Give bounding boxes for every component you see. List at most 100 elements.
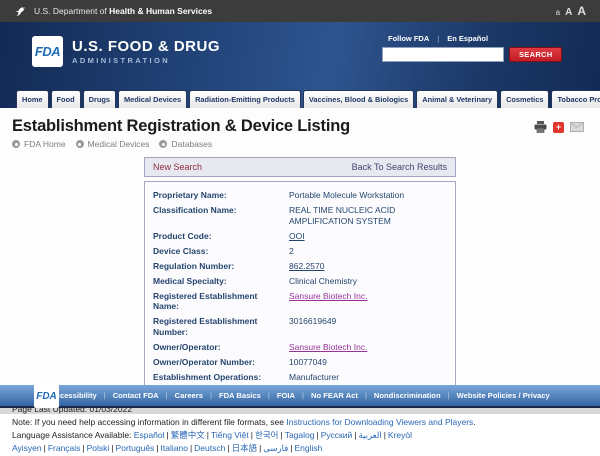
row-value: Sansure Biotech Inc. [289, 291, 447, 312]
language-link-2[interactable]: Tiếng Việt [211, 430, 249, 440]
language-separator: | [207, 430, 209, 440]
table-row-proprietary-name: Proprietary Name:Portable Molecule Works… [153, 188, 447, 203]
language-link-3[interactable]: 한국어 [255, 430, 278, 440]
nav-tab-cosmetics[interactable]: Cosmetics [500, 90, 549, 108]
footer-fda-logo[interactable]: FDA [34, 384, 59, 408]
row-label: Owner/Operator: [153, 342, 289, 353]
row-value: Sansure Biotech Inc. [289, 342, 447, 353]
breadcrumb-label: Databases [171, 139, 212, 149]
en-espanol-link[interactable]: En Español [447, 34, 488, 43]
nav-tab-animal-veterinary[interactable]: Animal & Veterinary [416, 90, 498, 108]
breadcrumb-databases[interactable]: Databases [159, 139, 212, 149]
breadcrumb-fda-home[interactable]: FDA Home [12, 139, 66, 149]
breadcrumb: FDA Home Medical Devices Databases [12, 139, 588, 149]
row-value: OOI [289, 231, 447, 242]
row-label: Registered Establishment Number: [153, 316, 289, 337]
nav-tab-tobacco-products[interactable]: Tobacco Products [551, 90, 600, 108]
language-link-1[interactable]: 繁體中文 [171, 430, 205, 440]
breadcrumb-bullet-icon [76, 140, 84, 148]
font-size-large-button[interactable]: A [577, 4, 586, 18]
language-separator: | [227, 443, 229, 453]
language-assistance-label: Language Assistance Available: [12, 430, 131, 440]
language-link-4[interactable]: Tagalog [285, 430, 315, 440]
downloading-viewers-link[interactable]: Instructions for Downloading Viewers and… [286, 417, 473, 427]
value-link-ooi[interactable]: OOI [289, 231, 305, 241]
footer-link-nondiscrimination[interactable]: Nondiscrimination [374, 391, 441, 400]
row-label: Proprietary Name: [153, 190, 289, 201]
language-link-5[interactable]: Русский [321, 430, 353, 440]
page-footer-info: Page Last Updated: 01/03/2022 Note: If y… [12, 403, 588, 456]
follow-fda-link[interactable]: Follow FDA [388, 34, 429, 43]
nav-tab-radiation-emitting-products[interactable]: Radiation-Emitting Products [189, 90, 301, 108]
nav-tab-medical-devices[interactable]: Medical Devices [118, 90, 187, 108]
value-link-sansure-biotech-inc[interactable]: Sansure Biotech Inc. [289, 342, 367, 352]
page-title: Establishment Registration & Device List… [12, 108, 588, 136]
new-search-link[interactable]: New Search [153, 162, 202, 172]
language-link-11[interactable]: Italiano [161, 443, 188, 453]
value-link-sansure-biotech-inc[interactable]: Sansure Biotech Inc. [289, 291, 367, 301]
language-link-14[interactable]: فارسی [263, 443, 288, 453]
table-row-regulation-number: Regulation Number:862.2570 [153, 259, 447, 274]
breadcrumb-medical-devices[interactable]: Medical Devices [76, 139, 150, 149]
footer-link-separator: | [166, 391, 168, 400]
nav-tab-food[interactable]: Food [51, 90, 81, 108]
footer-link-careers[interactable]: Careers [175, 391, 203, 400]
row-value: Manufacturer [289, 372, 447, 383]
fda-logo: FDA [32, 36, 63, 67]
language-link-8[interactable]: Français [48, 443, 81, 453]
row-label: Owner/Operator Number: [153, 357, 289, 368]
language-link-15[interactable]: English [294, 443, 322, 453]
header-search-input[interactable] [382, 47, 504, 62]
font-size-small-button[interactable]: a [556, 8, 560, 17]
language-link-10[interactable]: Português [116, 443, 155, 453]
language-separator: | [290, 443, 292, 453]
language-separator: | [82, 443, 84, 453]
table-row-owner-operator: Owner/Operator:Sansure Biotech Inc. [153, 340, 447, 355]
language-separator: | [259, 443, 261, 453]
footer-link-separator: | [365, 391, 367, 400]
back-to-search-results-link[interactable]: Back To Search Results [352, 162, 447, 172]
table-row-classification-name: Classification Name:REAL TIME NUCLEIC AC… [153, 203, 447, 229]
nav-tab-home[interactable]: Home [16, 90, 49, 108]
language-link-9[interactable]: Polski [87, 443, 110, 453]
page-actions: + [534, 121, 584, 133]
hhs-top-bar: U.S. Department of Health & Human Servic… [0, 0, 600, 22]
row-value: 3016619649 [289, 316, 447, 337]
font-size-controls: a A A [556, 4, 586, 18]
language-link-0[interactable]: Español [134, 430, 165, 440]
footer-link-separator: | [104, 391, 106, 400]
hhs-eagle-icon [14, 5, 27, 18]
share-icon[interactable]: + [553, 122, 564, 133]
row-value: Clinical Chemistry [289, 276, 447, 287]
footer-link-separator: | [448, 391, 450, 400]
email-icon[interactable] [570, 122, 584, 132]
hhs-dept-text: U.S. Department of Health & Human Servic… [34, 6, 212, 16]
nav-tab-drugs[interactable]: Drugs [83, 90, 116, 108]
footer-link-contact-fda[interactable]: Contact FDA [113, 391, 159, 400]
table-row-product-code: Product Code:OOI [153, 229, 447, 244]
formats-note: Note: If you need help accessing informa… [12, 416, 588, 429]
row-label: Establishment Operations: [153, 372, 289, 383]
table-row-medical-specialty: Medical Specialty:Clinical Chemistry [153, 274, 447, 289]
breadcrumb-bullet-icon [159, 140, 167, 148]
fda-brand[interactable]: FDA U.S. FOOD & DRUG ADMINISTRATION [32, 36, 220, 67]
panel-toolbar: New Search Back To Search Results [144, 157, 456, 177]
print-icon[interactable] [534, 121, 547, 133]
nav-tab-vaccines-blood-biologics[interactable]: Vaccines, Blood & Biologics [303, 90, 414, 108]
font-size-medium-button[interactable]: A [565, 7, 572, 18]
footer-link-website-policies-privacy[interactable]: Website Policies / Privacy [457, 391, 550, 400]
language-link-13[interactable]: 日本語 [232, 443, 258, 453]
language-link-12[interactable]: Deutsch [194, 443, 225, 453]
row-value: REAL TIME NUCLEIC ACID AMPLIFICATION SYS… [289, 205, 447, 226]
footer-link-no-fear-act[interactable]: No FEAR Act [311, 391, 358, 400]
header-link-separator: | [437, 34, 439, 43]
table-row-owner-operator-number: Owner/Operator Number:10077049 [153, 355, 447, 370]
main-content: Establishment Registration & Device List… [0, 108, 600, 385]
footer-link-foia[interactable]: FOIA [277, 391, 295, 400]
language-link-6[interactable]: العربية [358, 430, 381, 440]
footer-link-fda-basics[interactable]: FDA Basics [219, 391, 261, 400]
row-label: Product Code: [153, 231, 289, 242]
value-link-862-2570[interactable]: 862.2570 [289, 261, 324, 271]
header-search-button[interactable]: SEARCH [509, 47, 562, 62]
breadcrumb-bullet-icon [12, 140, 20, 148]
